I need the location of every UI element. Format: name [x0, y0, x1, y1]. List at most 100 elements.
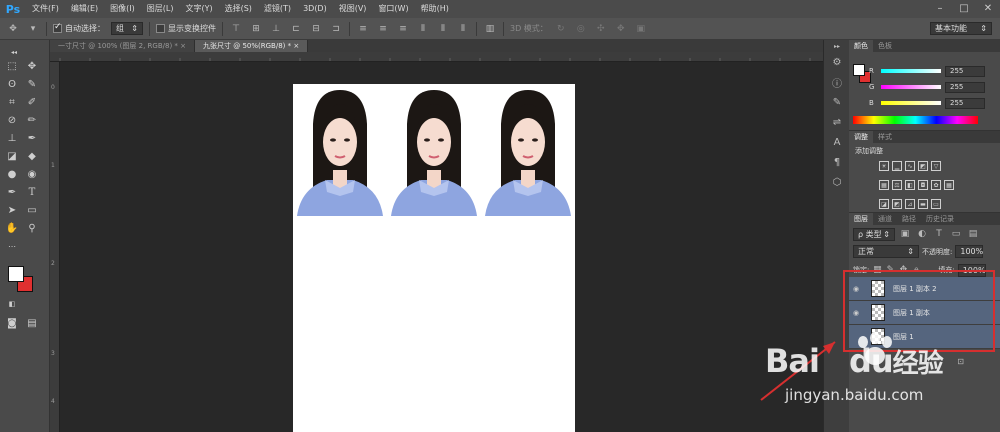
- distribute-left-icon[interactable]: ⦀: [416, 22, 430, 36]
- workspace-dropdown[interactable]: 基本功能 ⇕: [930, 22, 992, 35]
- quick-select-tool-icon[interactable]: ✎: [24, 76, 40, 92]
- align-right-icon[interactable]: ⊐: [329, 22, 343, 36]
- lasso-tool-icon[interactable]: ʘ: [4, 76, 20, 92]
- character-panel-icon[interactable]: A: [824, 132, 850, 152]
- tab-adjustments[interactable]: 调整: [849, 131, 873, 143]
- maximize-icon[interactable]: □: [952, 0, 976, 18]
- layer-filter-dropdown[interactable]: ρ 类型 ⇕: [853, 227, 895, 241]
- healing-brush-tool-icon[interactable]: ⊘: [4, 112, 20, 128]
- paragraph-panel-icon[interactable]: ¶: [824, 152, 850, 172]
- auto-select-checkbox[interactable]: [53, 22, 62, 33]
- tab-channels[interactable]: 通道: [873, 213, 897, 225]
- hue-saturation-icon[interactable]: ▦: [879, 180, 889, 190]
- canvas-area[interactable]: [60, 62, 823, 432]
- quick-mask-icon[interactable]: ◙: [4, 315, 20, 331]
- more-tools-icon[interactable]: ⋯: [4, 238, 20, 254]
- move-tool-icon[interactable]: ✥: [24, 58, 40, 74]
- 3d-rotate-icon[interactable]: ↻: [554, 22, 568, 36]
- panel-expand-icon[interactable]: ▸▸: [824, 40, 850, 52]
- 3d-pan-icon[interactable]: ✣: [594, 22, 608, 36]
- auto-select-dropdown[interactable]: 组 ⇕: [111, 22, 143, 35]
- clone-stamp-tool-icon[interactable]: ⊥: [4, 130, 20, 146]
- path-select-tool-icon[interactable]: ➤: [4, 202, 20, 218]
- reset-colors-icon[interactable]: ◧: [4, 296, 20, 312]
- foreground-color-swatch[interactable]: [8, 266, 24, 282]
- green-value[interactable]: 255: [945, 81, 985, 93]
- type-tool-icon[interactable]: T: [24, 184, 40, 200]
- close-icon[interactable]: ×: [180, 42, 186, 50]
- opacity-input[interactable]: 100%: [955, 245, 984, 258]
- document-canvas[interactable]: [293, 84, 575, 432]
- black-white-icon[interactable]: ◧: [905, 180, 915, 190]
- properties-panel-icon[interactable]: ⓘ: [824, 72, 850, 92]
- pen-tool-icon[interactable]: ✒: [4, 184, 20, 200]
- channel-mixer-icon[interactable]: ✿: [931, 180, 941, 190]
- vibrance-icon[interactable]: ▽: [931, 161, 941, 171]
- 3d-roll-icon[interactable]: ◎: [574, 22, 588, 36]
- history-panel-icon[interactable]: ⚙: [824, 52, 850, 72]
- brightness-icon[interactable]: ☀: [879, 161, 889, 171]
- zoom-tool-icon[interactable]: ⚲: [24, 220, 40, 236]
- levels-icon[interactable]: ▁: [892, 161, 902, 171]
- filter-shape-icon[interactable]: ▭: [949, 227, 963, 241]
- hand-tool-icon[interactable]: ✋: [4, 220, 20, 236]
- 3d-panel-icon[interactable]: ⬡: [824, 172, 850, 192]
- close-icon[interactable]: ×: [293, 42, 299, 50]
- menu-window[interactable]: 窗口(W): [372, 0, 414, 18]
- distribute-bottom-icon[interactable]: ≡: [396, 22, 410, 36]
- brush-panel-icon[interactable]: ✎: [824, 92, 850, 112]
- photo-filter-icon[interactable]: ◘: [918, 180, 928, 190]
- menu-image[interactable]: 图像(I): [104, 0, 141, 18]
- tab-paths[interactable]: 路径: [897, 213, 921, 225]
- menu-3d[interactable]: 3D(D): [297, 0, 333, 18]
- align-left-icon[interactable]: ⊏: [289, 22, 303, 36]
- screen-mode-icon[interactable]: ▤: [24, 315, 40, 331]
- menu-file[interactable]: 文件(F): [26, 0, 65, 18]
- tab-styles[interactable]: 样式: [873, 131, 897, 143]
- filter-type-icon[interactable]: T: [932, 227, 946, 241]
- menu-filter[interactable]: 滤镜(T): [258, 0, 297, 18]
- threshold-icon[interactable]: ⊿: [905, 199, 915, 209]
- tab-nine-photos-doc[interactable]: 九张尺寸 @ 50%(RGB/8) * ×: [195, 40, 309, 52]
- color-lookup-icon[interactable]: ▦: [944, 180, 954, 190]
- distribute-right-icon[interactable]: ⦀: [456, 22, 470, 36]
- exposure-icon[interactable]: ◩: [918, 161, 928, 171]
- curves-icon[interactable]: ∿: [905, 161, 915, 171]
- show-transform-option[interactable]: 显示变换控件: [156, 23, 216, 34]
- filter-adjust-icon[interactable]: ◐: [915, 227, 929, 241]
- show-transform-checkbox[interactable]: [156, 24, 165, 33]
- red-value[interactable]: 255: [945, 65, 985, 77]
- 3d-slide-icon[interactable]: ✥: [614, 22, 628, 36]
- distribute-vcenter-icon[interactable]: ≡: [376, 22, 390, 36]
- blend-mode-dropdown[interactable]: 正常 ⇕: [853, 245, 919, 258]
- foreground-color-swatch[interactable]: [853, 64, 865, 76]
- close-icon[interactable]: ✕: [976, 0, 1000, 18]
- selective-color-icon[interactable]: ▬: [918, 199, 928, 209]
- distribute-top-icon[interactable]: ≡: [356, 22, 370, 36]
- dodge-tool-icon[interactable]: ◉: [24, 166, 40, 182]
- menu-help[interactable]: 帮助(H): [415, 0, 455, 18]
- marquee-tool-icon[interactable]: ⬚: [4, 58, 20, 74]
- shape-tool-icon[interactable]: ▭: [24, 202, 40, 218]
- 3d-scale-icon[interactable]: ▣: [634, 22, 648, 36]
- align-top-icon[interactable]: ⊤: [229, 22, 243, 36]
- align-bottom-icon[interactable]: ⊥: [269, 22, 283, 36]
- tab-history[interactable]: 历史记录: [921, 213, 959, 225]
- move-tool-preset-icon[interactable]: ✥: [6, 22, 20, 36]
- align-hcenter-icon[interactable]: ⊟: [309, 22, 323, 36]
- brush-tool-icon[interactable]: ✏: [24, 112, 40, 128]
- menu-layer[interactable]: 图层(L): [141, 0, 180, 18]
- tool-presets-icon[interactable]: ⇌: [824, 112, 850, 132]
- menu-select[interactable]: 选择(S): [219, 0, 258, 18]
- invert-icon[interactable]: ◪: [879, 199, 889, 209]
- tab-one-inch-doc[interactable]: 一寸尺寸 @ 100% (图层 2, RGB/8) * ×: [50, 40, 196, 52]
- menu-type[interactable]: 文字(Y): [179, 0, 218, 18]
- filter-pixel-icon[interactable]: ▣: [898, 227, 912, 241]
- minimize-icon[interactable]: –: [928, 0, 952, 18]
- auto-align-icon[interactable]: ▥: [483, 22, 497, 36]
- green-slider[interactable]: [881, 85, 941, 89]
- posterize-icon[interactable]: ◩: [892, 199, 902, 209]
- history-brush-tool-icon[interactable]: ✒: [24, 130, 40, 146]
- chevron-down-icon[interactable]: ▾: [26, 22, 40, 36]
- distribute-hcenter-icon[interactable]: ⦀: [436, 22, 450, 36]
